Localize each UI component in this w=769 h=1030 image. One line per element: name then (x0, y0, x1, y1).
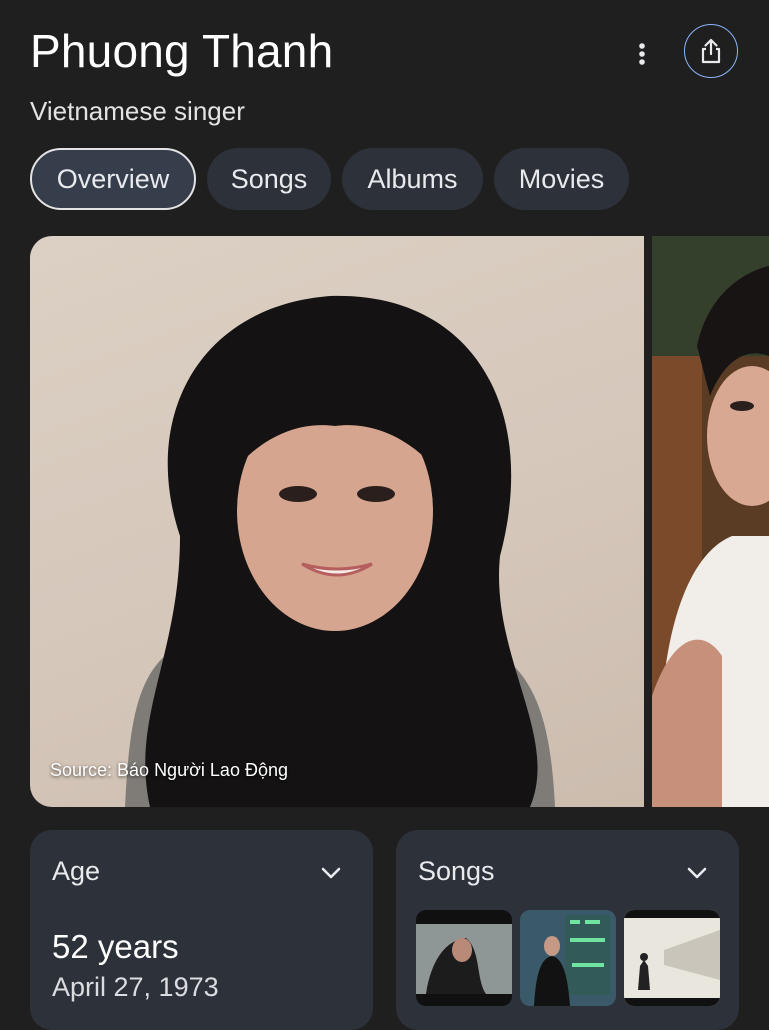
secondary-photo[interactable] (652, 236, 769, 807)
tab-albums[interactable]: Albums (342, 148, 483, 210)
chevron-down-icon[interactable] (684, 860, 710, 886)
page-subtitle: Vietnamese singer (30, 96, 245, 126)
songs-card[interactable]: Songs (396, 830, 739, 1030)
age-value: 52 years (52, 928, 179, 965)
singer-portrait-image (125, 295, 555, 807)
age-label: Age (52, 856, 101, 886)
more-vert-icon (639, 43, 645, 65)
age-card[interactable]: Age 52 years April 27, 1973 (30, 830, 373, 1030)
tab-songs[interactable]: Songs (207, 148, 331, 210)
share-icon (701, 38, 721, 64)
singer-photo-image (652, 236, 769, 807)
song-thumbnail[interactable] (624, 910, 720, 1006)
chevron-down-icon[interactable] (318, 860, 344, 886)
main-photo[interactable]: Source: Báo Người Lao Động (30, 236, 644, 807)
song-thumbnail[interactable] (520, 910, 616, 1006)
page-title: Phuong Thanh (30, 25, 334, 77)
song-thumbnail[interactable] (416, 910, 512, 1006)
photo-source-caption: Source: Báo Người Lao Động (50, 760, 288, 780)
share-button[interactable] (684, 24, 738, 78)
birth-date: April 27, 1973 (52, 972, 219, 1002)
tab-overview[interactable]: Overview (30, 148, 196, 210)
song-cover-image (416, 910, 512, 1006)
song-cover-image (520, 910, 616, 1006)
tab-movies[interactable]: Movies (494, 148, 629, 210)
more-options-button[interactable] (622, 34, 662, 74)
song-cover-image (624, 910, 720, 1006)
songs-label: Songs (418, 856, 495, 886)
